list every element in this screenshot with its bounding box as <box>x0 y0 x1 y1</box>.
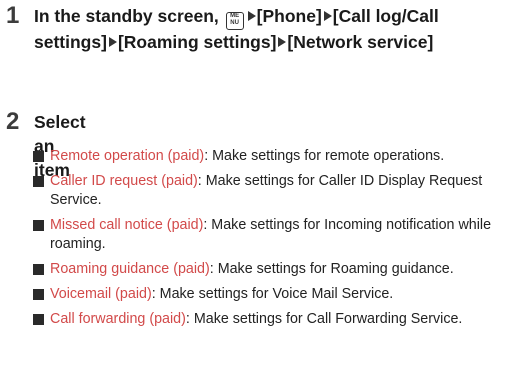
step-instruction: In the standby screen, ME NU [Phone] [Call … <box>34 4 504 54</box>
square-bullet-icon <box>33 176 44 188</box>
square-bullet-icon <box>33 263 44 275</box>
list-item: Call forwarding (paid): Make settings fo… <box>33 310 503 329</box>
list-item: Remote operation (paid): Make settings f… <box>33 147 503 166</box>
step-prefix: In the standby screen, <box>34 6 224 26</box>
list-item: Missed call notice (paid): Make settings… <box>33 216 503 253</box>
square-bullet-icon <box>33 151 44 162</box>
step-number: 2 <box>6 108 20 135</box>
item-description: : Make settings for Voice Mail Service. <box>151 285 394 302</box>
step-number: 1 <box>6 2 20 29</box>
item-term: Roaming guidance (paid) <box>50 260 210 277</box>
item-description: : Make settings for remote operations. <box>204 148 445 164</box>
triangle-arrow-icon <box>108 37 117 47</box>
triangle-arrow-icon <box>323 11 332 21</box>
item-term: Voicemail (paid) <box>50 285 152 302</box>
list-item: Voicemail (paid): Make settings for Voic… <box>33 285 503 304</box>
square-bullet-icon <box>33 288 44 300</box>
triangle-arrow-icon <box>278 37 287 47</box>
path-item: [Network service] <box>287 32 434 52</box>
item-description: : Make settings for Call Forwarding Serv… <box>185 311 463 328</box>
item-term: Caller ID request (paid) <box>50 173 198 190</box>
item-list: Remote operation (paid): Make settings f… <box>33 147 503 335</box>
path-item: [Phone] <box>256 6 322 26</box>
item-term: Missed call notice (paid) <box>50 216 204 233</box>
list-item: Roaming guidance (paid): Make settings f… <box>33 260 503 279</box>
item-description: : Make settings for Roaming guidance. <box>209 260 454 277</box>
item-term: Remote operation (paid) <box>50 148 205 164</box>
menu-key-icon: ME NU <box>225 12 244 30</box>
path-item: [Roaming settings] <box>117 32 277 52</box>
square-bullet-icon <box>33 219 44 231</box>
list-item: Caller ID request (paid): Make settings … <box>33 172 503 209</box>
square-bullet-icon <box>33 314 44 326</box>
triangle-arrow-icon <box>247 11 256 21</box>
item-term: Call forwarding (paid) <box>50 311 186 328</box>
